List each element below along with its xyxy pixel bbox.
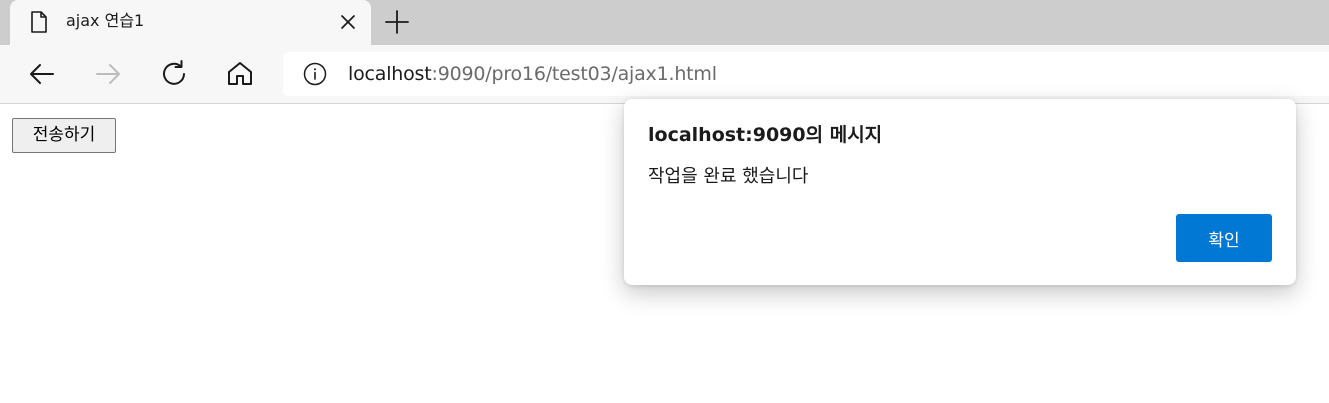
- send-button[interactable]: 전송하기: [12, 118, 116, 153]
- url-path: :9090/pro16/test03/ajax1.html: [431, 63, 717, 85]
- url-host: localhost: [348, 63, 432, 85]
- toolbar: localhost:9090/pro16/test03/ajax1.html: [0, 45, 1329, 104]
- tab-ajax[interactable]: ajax 연습1: [10, 0, 371, 45]
- info-icon[interactable]: [303, 62, 327, 86]
- refresh-icon[interactable]: [158, 58, 190, 90]
- forward-arrow-icon[interactable]: [92, 58, 124, 90]
- dialog-message: 작업을 완료 했습니다: [648, 166, 809, 187]
- browser-window: ajax 연습1 localhost:9090/pro16/test03/aja…: [0, 0, 1329, 403]
- url-text[interactable]: localhost:9090/pro16/test03/ajax1.html: [348, 63, 717, 85]
- plus-icon[interactable]: [384, 9, 410, 35]
- dialog-title: localhost:9090의 메시지: [648, 124, 883, 146]
- alert-dialog: localhost:9090의 메시지 작업을 완료 했습니다 확인: [624, 99, 1296, 285]
- tab-strip: ajax 연습1: [0, 0, 1329, 45]
- address-bar[interactable]: localhost:9090/pro16/test03/ajax1.html: [283, 52, 1329, 96]
- home-icon[interactable]: [224, 58, 256, 90]
- ok-button[interactable]: 확인: [1176, 214, 1272, 262]
- back-arrow-icon[interactable]: [26, 58, 58, 90]
- page-icon: [28, 10, 50, 34]
- close-icon[interactable]: [339, 13, 357, 31]
- tab-title: ajax 연습1: [66, 11, 145, 30]
